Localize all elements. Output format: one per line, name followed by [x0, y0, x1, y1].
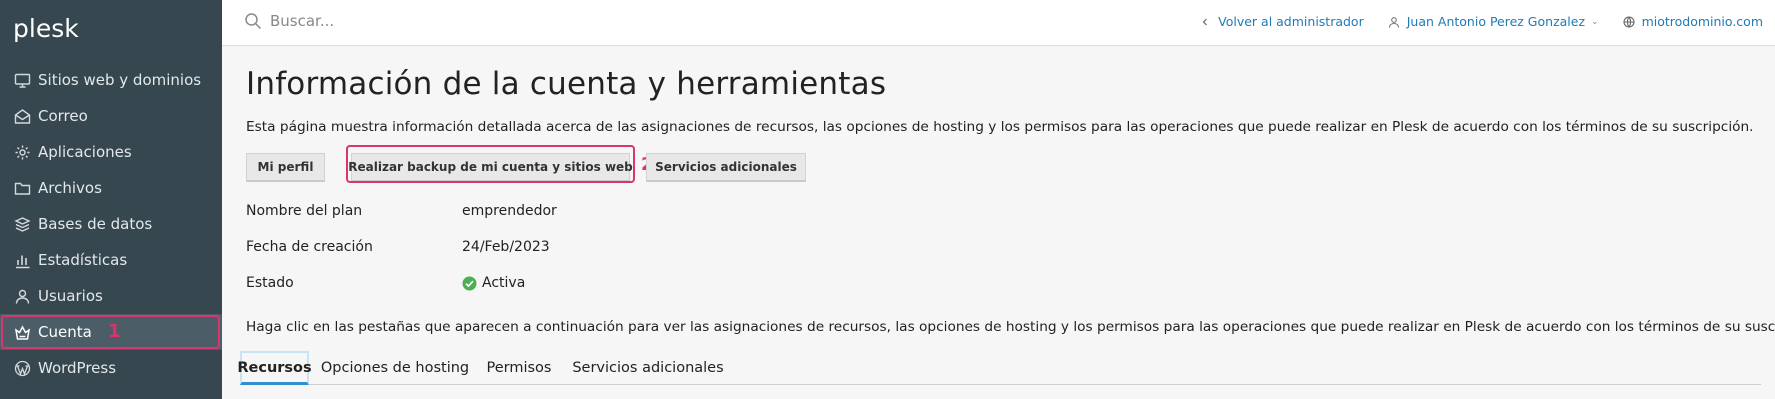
sidebar-item-label: WordPress	[38, 359, 117, 377]
sidebar: plesk Sitios web y dominios Correo Aplic…	[0, 0, 222, 399]
info-value: emprendedor	[462, 203, 557, 219]
annotation-marker-1: 1	[108, 321, 121, 342]
top-bar: Buscar... Volver al administrador Juan A…	[222, 0, 1775, 46]
sidebar-item-correo[interactable]: Correo	[0, 98, 222, 134]
account-icon	[14, 324, 31, 341]
search-box[interactable]: Buscar...	[244, 12, 334, 30]
sidebar-item-cuenta[interactable]: Cuenta 1	[0, 314, 222, 350]
chevron-left-icon	[1202, 18, 1208, 25]
sidebar-item-estadisticas[interactable]: Estadísticas	[0, 242, 222, 278]
sidebar-item-label: Archivos	[38, 179, 102, 197]
sidebar-item-label: Cuenta	[38, 323, 92, 341]
tab-opciones-de-hosting[interactable]: Opciones de hosting	[321, 351, 469, 385]
check-circle-icon	[462, 276, 477, 290]
user-name: Juan Antonio Perez Gonzalez	[1406, 14, 1586, 29]
domain-name: miotrodominio.com	[1641, 14, 1763, 29]
sidebar-item-sitios-web[interactable]: Sitios web y dominios	[0, 62, 222, 98]
status-value: Activa	[462, 275, 525, 291]
info-key: Estado	[246, 275, 294, 291]
tabs-description: Haga clic en las pestañas que aparecen a…	[246, 319, 1775, 335]
plesk-logo[interactable]: plesk	[13, 10, 83, 50]
gear-icon	[14, 144, 31, 161]
sidebar-item-label: Correo	[38, 107, 88, 125]
globe-icon	[1623, 15, 1635, 28]
bar-chart-icon	[14, 252, 31, 269]
additional-services-button[interactable]: Servicios adicionales	[646, 153, 806, 182]
mail-icon	[14, 108, 31, 125]
svg-text:plesk: plesk	[13, 14, 79, 43]
tab-bar: Recursos Opciones de hosting Permisos Se…	[237, 351, 1761, 385]
sidebar-item-wordpress[interactable]: WordPress	[0, 350, 222, 386]
user-icon	[1388, 16, 1399, 28]
info-value: 24/Feb/2023	[462, 239, 550, 255]
status-badge: Activa	[482, 275, 526, 291]
tab-permisos[interactable]: Permisos	[483, 351, 555, 385]
wordpress-icon	[14, 360, 31, 377]
sidebar-item-label: Aplicaciones	[38, 143, 132, 161]
back-to-admin-link[interactable]: Volver al administrador	[1199, 14, 1364, 29]
back-to-admin-label: Volver al administrador	[1218, 14, 1364, 29]
monitor-icon	[14, 72, 31, 89]
sidebar-item-label: Usuarios	[38, 287, 103, 305]
sidebar-item-bases-de-datos[interactable]: Bases de datos	[0, 206, 222, 242]
database-icon	[14, 216, 31, 233]
top-right-links: Volver al administrador Juan Antonio Per…	[1175, 14, 1763, 29]
folder-icon	[14, 180, 31, 197]
sidebar-item-aplicaciones[interactable]: Aplicaciones	[0, 134, 222, 170]
sidebar-item-label: Bases de datos	[38, 215, 153, 233]
page-description: Esta página muestra información detallad…	[246, 119, 1754, 135]
sidebar-item-usuarios[interactable]: Usuarios	[0, 278, 222, 314]
sidebar-item-label: Sitios web y dominios	[38, 71, 202, 89]
tab-servicios-adicionales[interactable]: Servicios adicionales	[572, 351, 723, 385]
info-key: Nombre del plan	[246, 203, 363, 219]
search-icon	[245, 13, 262, 30]
backup-button[interactable]: Realizar backup de mi cuenta y sitios we…	[348, 153, 633, 182]
sidebar-item-label: Estadísticas	[38, 251, 128, 269]
page-title: Información de la cuenta y herramientas	[246, 66, 887, 102]
my-profile-button[interactable]: Mi perfil	[246, 153, 325, 182]
user-icon	[14, 288, 31, 305]
user-menu[interactable]: Juan Antonio Perez Gonzalez ⌄	[1388, 14, 1599, 29]
sidebar-nav: Sitios web y dominios Correo Aplicacione…	[0, 62, 222, 386]
search-input[interactable]: Buscar...	[270, 12, 334, 30]
sidebar-item-archivos[interactable]: Archivos	[0, 170, 222, 206]
tab-recursos[interactable]: Recursos	[237, 351, 312, 385]
info-key: Fecha de creación	[246, 239, 373, 255]
chevron-down-icon: ⌄	[1591, 16, 1599, 27]
domain-switcher[interactable]: miotrodominio.com	[1623, 14, 1763, 29]
